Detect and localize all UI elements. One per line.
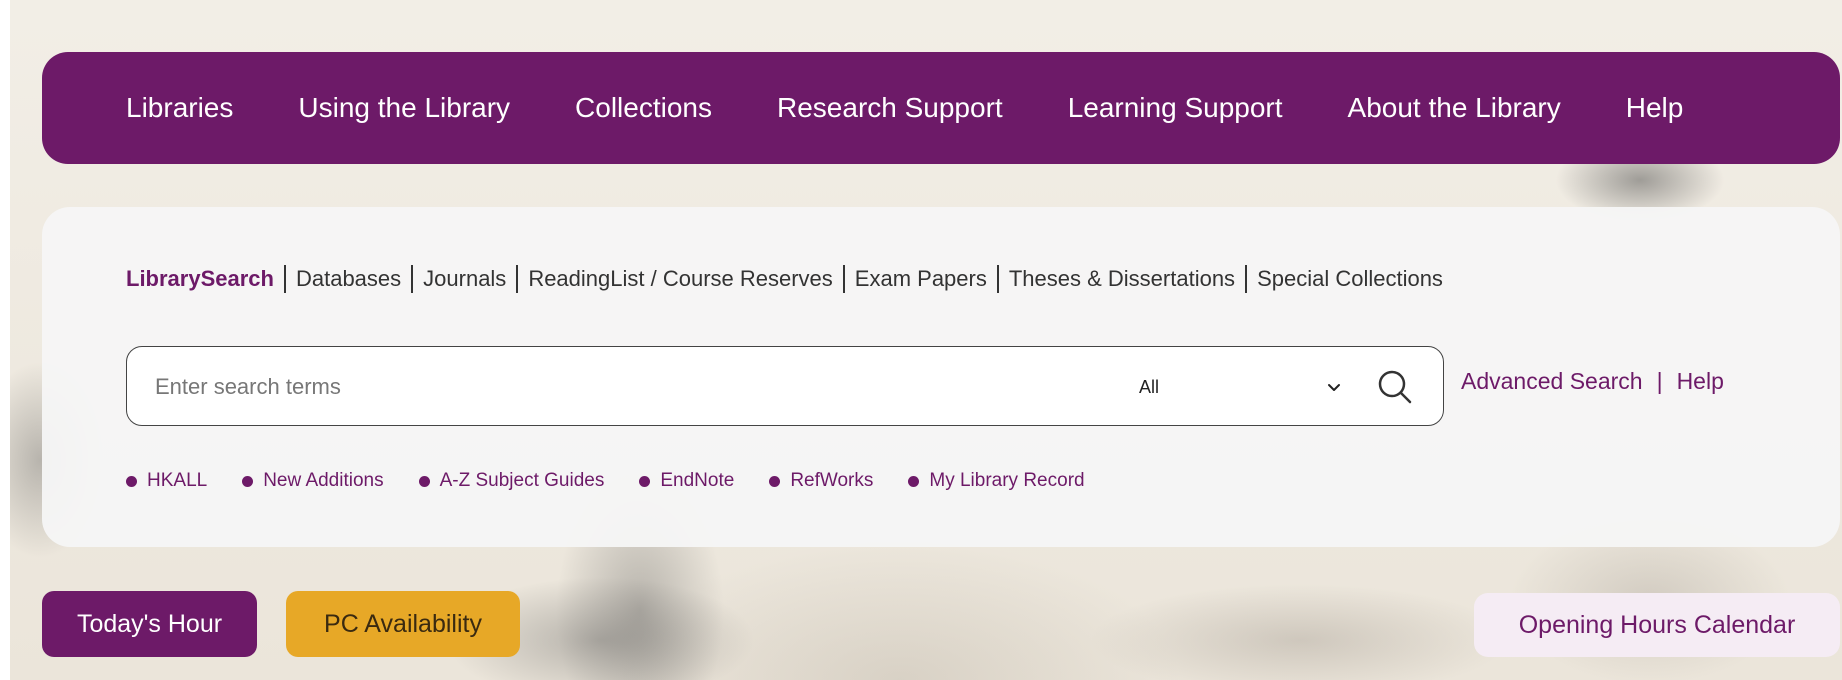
search-panel: LibrarySearch Databases Journals Reading…: [42, 207, 1840, 547]
tab-theses-dissertations[interactable]: Theses & Dissertations: [1009, 266, 1235, 292]
search-tabs: LibrarySearch Databases Journals Reading…: [126, 265, 1443, 293]
quick-link-my-library-record[interactable]: My Library Record: [908, 470, 1085, 492]
tab-readinglist[interactable]: ReadingList / Course Reserves: [528, 266, 832, 292]
tab-divider: [996, 265, 999, 293]
nav-learning-support[interactable]: Learning Support: [1068, 92, 1283, 124]
tab-divider: [842, 265, 845, 293]
quick-link-subject-guides[interactable]: A-Z Subject Guides: [418, 470, 605, 492]
quick-link-endnote[interactable]: EndNote: [639, 470, 734, 492]
tab-databases[interactable]: Databases: [296, 266, 401, 292]
nav-libraries[interactable]: Libraries: [126, 92, 233, 124]
search-links: Advanced Search | Help: [1461, 368, 1724, 395]
quick-link-hkall[interactable]: HKALL: [126, 470, 207, 492]
tab-librarysearch[interactable]: LibrarySearch: [126, 266, 274, 292]
advanced-search-link[interactable]: Advanced Search: [1461, 368, 1643, 395]
main-navigation: Libraries Using the Library Collections …: [42, 52, 1840, 164]
quick-link-label: A-Z Subject Guides: [439, 470, 605, 491]
quick-link-label: HKALL: [147, 470, 208, 491]
search-scope-value: All: [1139, 376, 1160, 397]
tab-journals[interactable]: Journals: [423, 266, 506, 292]
bullet-icon: [126, 475, 137, 487]
bullet-icon: [769, 475, 781, 487]
bullet-icon: [242, 475, 254, 487]
search-help-link[interactable]: Help: [1677, 368, 1724, 395]
opening-hours-calendar-button[interactable]: Opening Hours Calendar: [1474, 593, 1840, 657]
nav-using-the-library[interactable]: Using the Library: [298, 92, 510, 124]
search-scope-select[interactable]: All: [1127, 369, 1342, 405]
quick-links: HKALL New Additions A-Z Subject Guides E…: [126, 470, 1120, 492]
tab-divider: [516, 265, 519, 293]
nav-collections[interactable]: Collections: [575, 92, 712, 124]
quick-link-new-additions[interactable]: New Additions: [242, 470, 384, 492]
nav-help[interactable]: Help: [1626, 92, 1684, 124]
link-separator: |: [1656, 368, 1663, 394]
bullet-icon: [639, 475, 651, 487]
bullet-icon: [418, 475, 430, 487]
search-icon[interactable]: [1375, 367, 1415, 407]
quick-link-label: My Library Record: [929, 470, 1085, 491]
quick-link-label: EndNote: [660, 470, 735, 491]
chevron-down-icon: [1328, 384, 1340, 391]
search-box: All: [126, 346, 1444, 426]
tab-special-collections[interactable]: Special Collections: [1257, 266, 1443, 292]
quick-link-refworks[interactable]: RefWorks: [769, 470, 873, 492]
todays-hour-button[interactable]: Today's Hour: [42, 591, 257, 657]
tab-exam-papers[interactable]: Exam Papers: [855, 266, 987, 292]
tab-divider: [1245, 265, 1248, 293]
tab-divider: [283, 265, 286, 293]
tab-divider: [411, 265, 414, 293]
bullet-icon: [908, 475, 920, 487]
nav-research-support[interactable]: Research Support: [777, 92, 1003, 124]
search-input[interactable]: [153, 367, 1097, 407]
nav-about-the-library[interactable]: About the Library: [1348, 92, 1561, 124]
page-edge: [0, 0, 10, 680]
quick-link-label: RefWorks: [790, 470, 874, 491]
pc-availability-button[interactable]: PC Availability: [286, 591, 520, 657]
quick-link-label: New Additions: [263, 470, 384, 491]
